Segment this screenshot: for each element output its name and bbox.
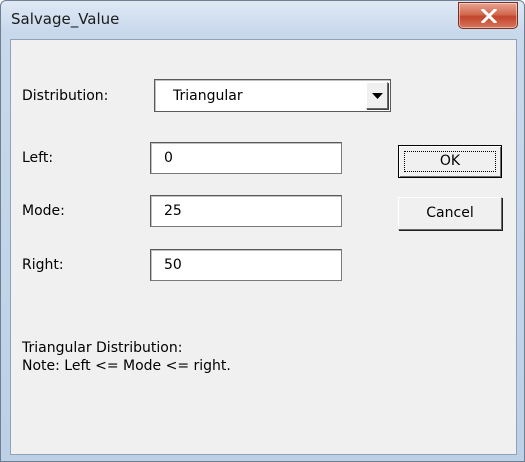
close-button[interactable] xyxy=(458,2,518,29)
cancel-button[interactable]: Cancel xyxy=(398,197,502,230)
dialog-window: Salvage_Value Distribution: Triangular L… xyxy=(0,0,525,462)
mode-label: Mode: xyxy=(22,203,65,219)
focus-rectangle xyxy=(404,151,496,172)
note-line-1: Triangular Distribution: xyxy=(22,340,183,356)
distribution-selected-value: Triangular xyxy=(173,88,243,104)
right-label: Right: xyxy=(22,257,64,273)
left-label: Left: xyxy=(22,150,54,166)
chevron-down-icon xyxy=(372,93,383,99)
ok-button[interactable]: OK xyxy=(398,145,502,178)
mode-input[interactable]: 25 xyxy=(150,195,342,227)
note-text: Triangular Distribution: Note: Left <= M… xyxy=(22,339,231,375)
right-input[interactable]: 50 xyxy=(150,249,342,281)
window-title: Salvage_Value xyxy=(11,10,120,28)
dialog-client-area: Distribution: Triangular Left: 0 Mode: 2… xyxy=(10,39,517,455)
distribution-dropdown[interactable]: Triangular xyxy=(154,79,391,112)
close-icon xyxy=(481,9,497,23)
title-bar[interactable]: Salvage_Value xyxy=(1,1,524,39)
distribution-label: Distribution: xyxy=(22,88,109,104)
dropdown-arrow-button[interactable] xyxy=(366,82,388,109)
note-line-2: Note: Left <= Mode <= right. xyxy=(22,358,231,374)
left-input[interactable]: 0 xyxy=(150,142,342,174)
cancel-button-label: Cancel xyxy=(426,205,474,221)
